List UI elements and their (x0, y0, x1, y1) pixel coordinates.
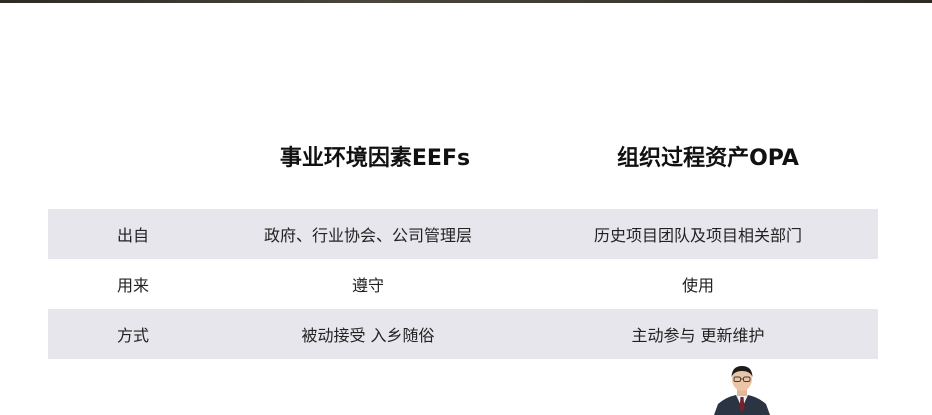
row-label: 方式 (116, 326, 149, 345)
top-edge-bar (0, 0, 932, 3)
presenter-figure (714, 366, 770, 415)
slide: 事业环境因素EEFs 组织过程资产OPA 出自 政府、行业协会、公司管理层 历史… (0, 0, 932, 415)
presenter-avatar-icon (712, 362, 772, 415)
cell-opa: 历史项目团队及项目相关部门 (593, 226, 802, 245)
table-row: 用来 遵守 使用 (48, 259, 878, 309)
header-opa: 组织过程资产OPA (617, 146, 799, 171)
cell-opa: 主动参与 更新维护 (631, 326, 765, 345)
cell-eef: 遵守 (351, 276, 384, 295)
row-label: 用来 (116, 276, 149, 295)
cell-eef: 政府、行业协会、公司管理层 (263, 226, 472, 245)
table-row: 出自 政府、行业协会、公司管理层 历史项目团队及项目相关部门 (48, 209, 878, 259)
row-label: 出自 (116, 226, 149, 245)
cell-opa: 使用 (681, 276, 714, 295)
comparison-table: 出自 政府、行业协会、公司管理层 历史项目团队及项目相关部门 用来 遵守 使用 … (48, 209, 878, 359)
table-row: 方式 被动接受 入乡随俗 主动参与 更新维护 (48, 309, 878, 359)
cell-eef: 被动接受 入乡随俗 (301, 326, 435, 345)
header-eef: 事业环境因素EEFs (279, 146, 471, 171)
